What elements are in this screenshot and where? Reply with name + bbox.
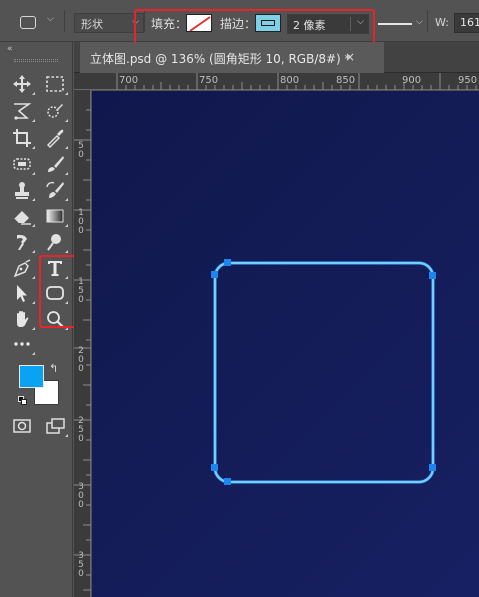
dodge-tool-icon[interactable] (44, 231, 68, 253)
ruler-label: 750 (199, 75, 219, 86)
document-tab-bar: 立体图.psd @ 136% (圆角矩形 10, RGB/8#) * × (74, 42, 479, 73)
ruler-label: 200 (78, 346, 84, 374)
screen-mode-icon[interactable] (44, 415, 68, 437)
anchor-points[interactable] (211, 259, 436, 485)
no-fill-slash-icon (189, 16, 211, 31)
history-brush-icon[interactable] (44, 179, 68, 201)
chevron-down-icon[interactable]: ⌵ (47, 14, 54, 24)
rounded-rectangle-tool-icon[interactable] (44, 282, 68, 304)
width-label: W: (435, 16, 449, 29)
gradient-tool-icon[interactable] (44, 205, 68, 227)
shape-mode-select[interactable]: 形状 ⌵ (74, 13, 144, 33)
document-tab[interactable]: 立体图.psd @ 136% (圆角矩形 10, RGB/8#) * × (80, 42, 384, 73)
horizontal-ruler: 700 750 800 850 900 950 (74, 73, 479, 90)
stroke-label: 描边： (220, 17, 257, 31)
rectangular-marquee-tool-icon[interactable] (44, 73, 68, 95)
photoshop-window: ⌵ 形状 ⌵ 填充： 描边： 2 像素 ⌵ ⌵ W: 161 « ↰ 立体图.p… (0, 0, 479, 597)
ruler-label: 350 (78, 551, 84, 579)
path-selection-tool-icon[interactable] (11, 282, 35, 304)
crop-tool-icon[interactable] (11, 127, 35, 149)
divider (427, 10, 428, 32)
ruler-label: 150 (78, 277, 84, 305)
chevron-down-icon[interactable]: ⌵ (357, 17, 364, 27)
fill-label: 填充： (151, 17, 188, 31)
collapse-panel-icon[interactable]: « (7, 44, 12, 54)
ruler-label: 850 (336, 75, 356, 86)
foreground-color-swatch[interactable] (19, 365, 44, 388)
document-tab-title: 立体图.psd @ 136% (圆角矩形 10, RGB/8#) * (90, 52, 351, 66)
default-colors-icon[interactable] (18, 396, 28, 406)
zoom-tool-icon[interactable] (44, 308, 68, 330)
divider (350, 17, 351, 31)
stroke-preview-icon (261, 20, 275, 26)
chevron-down-icon: ⌵ (132, 17, 139, 27)
tools-panel: « ↰ (0, 42, 73, 597)
ruler-label: 950 (458, 75, 478, 86)
close-icon[interactable]: × (345, 50, 355, 64)
panel-grip[interactable] (14, 59, 58, 62)
move-tool-icon[interactable] (11, 73, 35, 95)
more-tools-icon[interactable] (11, 333, 35, 355)
ruler-label: 900 (402, 75, 422, 86)
quick-selection-tool-icon[interactable] (44, 100, 68, 122)
document-canvas[interactable] (92, 91, 479, 597)
pen-tool-icon[interactable] (11, 257, 35, 279)
divider (64, 10, 65, 32)
swap-colors-icon[interactable]: ↰ (49, 362, 58, 375)
divider (144, 10, 145, 32)
stroke-color-swatch[interactable] (255, 14, 281, 32)
width-input[interactable]: 161 (454, 13, 479, 33)
vertical-ruler: 50 100 150 200 250 300 350 (74, 90, 91, 597)
shape-mode-value: 形状 (81, 18, 103, 31)
ruler-label: 700 (119, 75, 139, 86)
spot-healing-brush-icon[interactable] (11, 153, 35, 175)
stroke-type-select[interactable]: ⌵ (376, 14, 426, 34)
quick-mask-icon[interactable] (11, 415, 33, 437)
ruler-label: 100 (78, 208, 84, 236)
options-bar: ⌵ 形状 ⌵ 填充： 描边： 2 像素 ⌵ ⌵ W: 161 (0, 0, 479, 42)
chevron-down-icon: ⌵ (416, 17, 423, 27)
smudge-tool-icon[interactable] (11, 231, 35, 253)
clone-stamp-icon[interactable] (11, 179, 35, 201)
eyedropper-tool-icon[interactable] (44, 127, 68, 149)
ruler-label: 250 (78, 416, 84, 444)
ruler-ticks (74, 109, 91, 591)
rounded-rectangle-shape[interactable] (92, 91, 479, 597)
lasso-tool-icon[interactable] (11, 100, 35, 122)
ruler-label: 300 (78, 482, 84, 510)
eraser-tool-icon[interactable] (11, 205, 35, 227)
ruler-label: 800 (280, 75, 300, 86)
stroke-width-input[interactable]: 2 像素 ⌵ (287, 14, 369, 34)
fill-color-swatch[interactable] (186, 14, 212, 32)
solid-line-icon (378, 23, 412, 25)
stroke-width-value: 2 像素 (293, 19, 326, 32)
type-tool-icon[interactable] (44, 257, 68, 279)
hand-tool-icon[interactable] (11, 308, 35, 330)
brush-tool-icon[interactable] (44, 153, 68, 175)
ruler-label: 50 (78, 141, 84, 160)
tool-preset-rounded-rect-icon[interactable] (20, 16, 36, 29)
